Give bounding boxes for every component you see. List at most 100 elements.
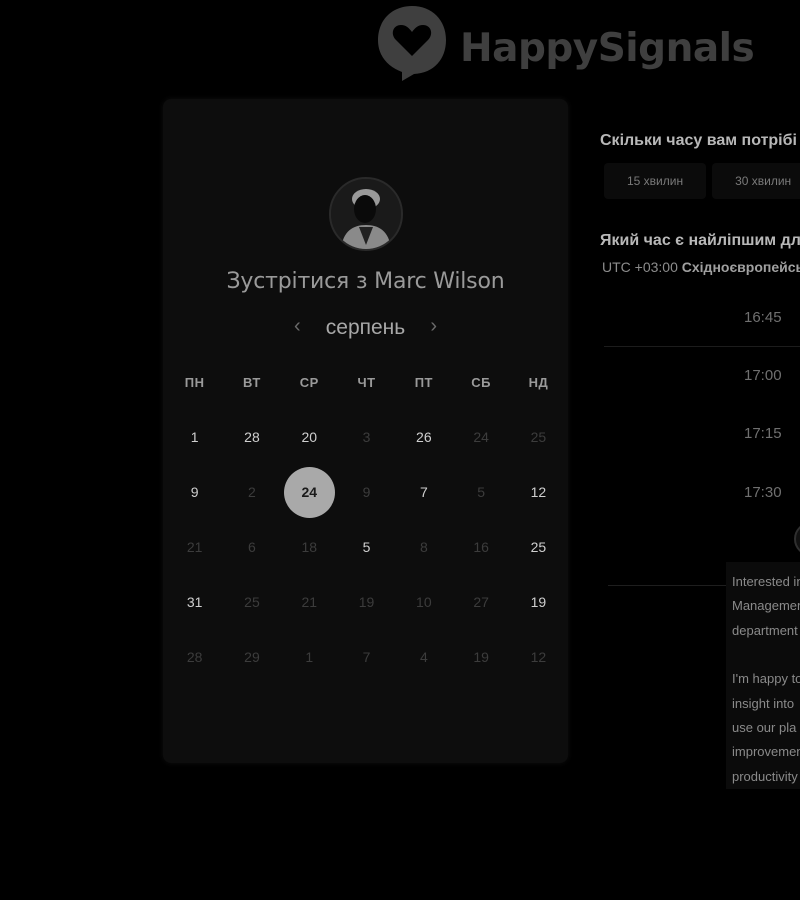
day-number: 19 — [358, 593, 375, 610]
calendar-day: 9 — [338, 465, 395, 520]
time-slot[interactable]: 17:30 — [604, 464, 800, 522]
timezone-offset: UTC +03:00 — [602, 259, 678, 275]
calendar-day[interactable]: 26 — [395, 410, 452, 465]
calendar-day: 25 — [510, 410, 567, 465]
month-label: серпень — [325, 316, 406, 339]
day-number: 7 — [419, 484, 428, 501]
weekday-wed: СР — [299, 375, 319, 390]
weekday-thu: ЧТ — [357, 375, 376, 390]
day-number: 26 — [416, 429, 432, 446]
month-navigation: ‹ серпень › — [163, 315, 568, 340]
day-number: 19 — [530, 593, 547, 610]
day-number: 12 — [530, 484, 547, 501]
calendar-day: 19 — [338, 574, 395, 629]
day-number: 20 — [301, 429, 318, 446]
weekday-fri: ПТ — [414, 375, 433, 390]
day-number: 5 — [477, 484, 486, 501]
day-number: 5 — [362, 538, 371, 555]
calendar-day: 12 — [510, 629, 567, 684]
weekday-header: ПН ВТ СР ЧТ ПТ СБ НД — [166, 375, 566, 390]
user-avatar-photo — [331, 179, 401, 249]
day-number: 1 — [305, 648, 314, 665]
day-number: 25 — [530, 429, 547, 446]
calendar-day[interactable]: 19 — [510, 574, 567, 629]
calendar-day: 4 — [395, 629, 452, 684]
time-slot[interactable]: 17:15 — [604, 405, 800, 463]
calendar-day: 8 — [395, 520, 452, 575]
day-number: 27 — [473, 593, 489, 610]
calendar-days-grid: 1 28 20 3 26 24 25 9 2 24 9 7 5 12 21 6 18 5 8 16 25 31 25 21 19… — [166, 410, 566, 684]
time-slot[interactable]: 17:00 — [604, 347, 800, 405]
day-number: 4 — [419, 648, 428, 665]
host-avatar — [329, 177, 403, 251]
chevron-right-icon[interactable]: › — [424, 315, 444, 338]
day-number: 24 — [473, 429, 489, 446]
time-slot[interactable]: 16:45 — [604, 289, 800, 347]
day-number: 6 — [248, 538, 256, 555]
calendar-day: 10 — [395, 574, 452, 629]
calendar-day: 1 — [281, 629, 338, 684]
calendar-day[interactable]: 1 — [166, 410, 223, 465]
chat-avatar-icon[interactable] — [794, 522, 800, 556]
calendar-day: 25 — [223, 574, 280, 629]
day-number: 21 — [301, 593, 318, 610]
booking-panel: Скільки часу вам потрібі 15 хвилин 30 хв… — [600, 0, 800, 900]
chat-message: I'm happy to insight into use our pla im… — [732, 671, 800, 784]
divider — [608, 585, 726, 586]
chat-bubble: Interested in Management department I'm … — [726, 562, 800, 790]
day-number: 25 — [244, 593, 260, 610]
calendar-day[interactable]: 31 — [166, 574, 223, 629]
calendar-day: 21 — [281, 574, 338, 629]
calendar-day[interactable]: 12 — [510, 465, 567, 520]
calendar-day: 5 — [452, 465, 509, 520]
duration-options: 15 хвилин 30 хвилин — [604, 163, 800, 199]
day-number: 2 — [248, 484, 256, 501]
calendar-day: 19 — [452, 629, 509, 684]
day-number: 28 — [244, 429, 260, 446]
timezone-selector[interactable]: UTC +03:00 Східноєвропейсь — [602, 259, 800, 275]
calendar-day: 28 — [166, 629, 223, 684]
day-number: 21 — [186, 538, 203, 555]
weekday-mon: ПН — [184, 375, 205, 390]
calendar-day[interactable]: 25 — [510, 520, 567, 575]
timezone-name: Східноєвропейсь — [681, 259, 800, 275]
calendar-day: 16 — [452, 520, 509, 575]
calendar-day: 3 — [338, 410, 395, 465]
day-number: 9 — [362, 484, 371, 501]
meeting-title: Зустрітися з Marc Wilson — [226, 269, 505, 294]
day-number: 16 — [473, 538, 489, 555]
calendar-day: 27 — [452, 574, 509, 629]
chevron-left-icon[interactable]: ‹ — [287, 315, 307, 338]
calendar-day[interactable]: 28 — [223, 410, 280, 465]
day-number: 18 — [301, 538, 318, 555]
day-number: 29 — [244, 648, 260, 665]
day-number: 7 — [362, 648, 371, 665]
calendar-day: 24 — [452, 410, 509, 465]
day-number: 25 — [530, 538, 547, 555]
day-number: 10 — [416, 593, 432, 610]
time-question: Який час є найліпшим дл — [600, 232, 800, 249]
weekday-sat: СБ — [471, 375, 491, 390]
day-number: 24 — [283, 466, 335, 518]
calendar-day[interactable]: 20 — [281, 410, 338, 465]
calendar-day-selected[interactable]: 24 — [281, 465, 338, 520]
day-number: 31 — [186, 593, 203, 610]
day-number: 9 — [190, 484, 199, 501]
day-number: 19 — [473, 648, 489, 665]
weekday-sun: НД — [528, 375, 549, 390]
chat-message: Interested in Management department — [732, 574, 800, 638]
duration-question: Скільки часу вам потрібі — [600, 132, 797, 149]
calendar-day: 2 — [223, 465, 280, 520]
day-number: 28 — [186, 648, 203, 665]
calendar-day: 6 — [223, 520, 280, 575]
calendar-day: 21 — [166, 520, 223, 575]
calendar-day[interactable]: 9 — [166, 465, 223, 520]
weekday-tue: ВТ — [243, 375, 261, 390]
day-number: 12 — [530, 648, 547, 665]
day-number: 1 — [190, 429, 199, 446]
calendar-day[interactable]: 5 — [338, 520, 395, 575]
calendar-day[interactable]: 7 — [395, 465, 452, 520]
duration-15-button[interactable]: 15 хвилин — [604, 163, 707, 199]
day-number: 3 — [362, 429, 371, 446]
duration-30-button[interactable]: 30 хвилин — [712, 163, 800, 199]
